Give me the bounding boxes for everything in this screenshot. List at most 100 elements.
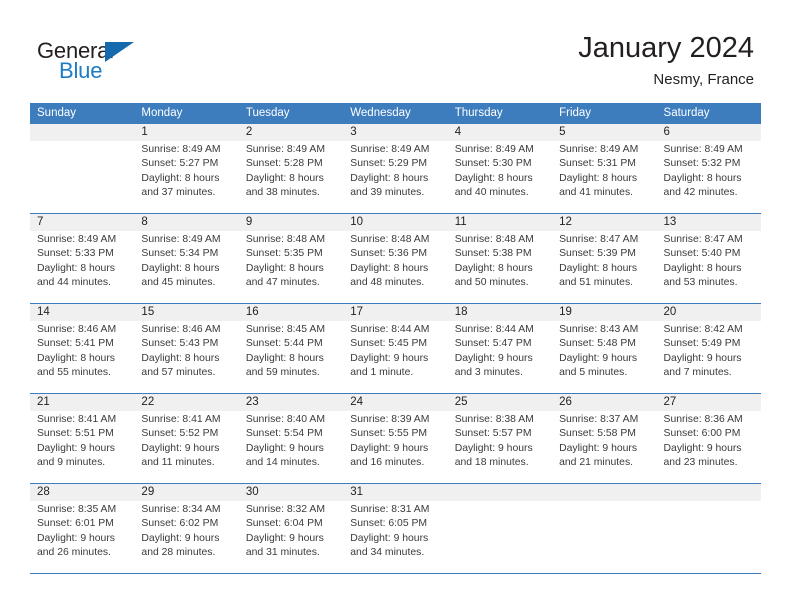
calendar-day-cell[interactable]: 15 Sunrise: 8:46 AM Sunset: 5:43 PM Dayligh…: [134, 304, 239, 393]
day-detail-lines: Sunrise: 8:49 AM Sunset: 5:33 PM Daylight:…: [30, 231, 134, 290]
calendar-day-cell[interactable]: 4 Sunrise: 8:49 AM Sunset: 5:30 PM Daylight…: [447, 124, 553, 213]
day-detail-lines: Sunrise: 8:48 AM Sunset: 5:36 PM Daylight:…: [343, 231, 447, 290]
day-of-week-header-friday: Friday: [559, 107, 592, 119]
day-detail-lines: Sunrise: 8:39 AM Sunset: 5:55 PM Daylight:…: [343, 411, 447, 470]
day-detail-line: and 41 minutes.: [559, 186, 634, 198]
calendar-day-cell[interactable]: 18 Sunrise: 8:44 AM Sunset: 5:47 PM Dayligh…: [447, 304, 553, 393]
calendar-day-cell[interactable]: 3 Sunrise: 8:49 AM Sunset: 5:29 PM Daylight…: [343, 124, 448, 213]
day-detail-lines: Sunrise: 8:37 AM Sunset: 5:58 PM Daylight:…: [552, 411, 656, 470]
day-detail-line: Daylight: 8 hours: [245, 352, 324, 364]
calendar-day-cell[interactable]: 30 Sunrise: 8:32 AM Sunset: 6:04 PM Dayligh…: [238, 484, 344, 573]
calendar-day-cell[interactable]: 2 Sunrise: 8:49 AM Sunset: 5:28 PM Daylight…: [238, 124, 344, 213]
calendar-day-cell[interactable]: 9 Sunrise: 8:48 AM Sunset: 5:35 PM Daylight…: [238, 214, 344, 303]
day-detail-line: Sunset: 5:35 PM: [245, 248, 323, 260]
calendar-page: General Blue January 2024 Nesmy, France …: [0, 0, 792, 612]
day-number: 30: [238, 484, 344, 501]
calendar-day-cell[interactable]: 12 Sunrise: 8:47 AM Sunset: 5:39 PM Dayligh…: [552, 214, 657, 303]
day-detail-line: Daylight: 8 hours: [141, 172, 220, 184]
calendar-day-cell[interactable]: 22 Sunrise: 8:41 AM Sunset: 5:52 PM Dayligh…: [134, 394, 239, 483]
day-number: 6: [656, 124, 761, 141]
day-detail-line: and 57 minutes.: [141, 366, 216, 378]
calendar-day-cell[interactable]: 7 Sunrise: 8:49 AM Sunset: 5:33 PM Daylight…: [30, 214, 135, 303]
general-blue-logo: General Blue: [37, 38, 167, 84]
calendar-day-cell[interactable]: 23 Sunrise: 8:40 AM Sunset: 5:54 PM Dayligh…: [238, 394, 344, 483]
day-detail-line: Sunrise: 8:38 AM: [454, 414, 534, 425]
day-detail-line: and 21 minutes.: [559, 456, 634, 468]
day-detail-line: Sunset: 6:01 PM: [37, 518, 114, 530]
day-detail-line: and 1 minute.: [350, 366, 414, 378]
day-detail-lines: Sunrise: 8:49 AM Sunset: 5:28 PM Daylight:…: [239, 141, 343, 200]
day-detail-line: Sunset: 5:29 PM: [350, 158, 428, 170]
day-number: 28: [30, 484, 135, 501]
day-detail-lines: Sunrise: 8:49 AM Sunset: 5:34 PM Daylight:…: [134, 231, 238, 290]
day-detail-line: and 39 minutes.: [350, 186, 425, 198]
day-detail-lines: Sunrise: 8:45 AM Sunset: 5:44 PM Daylight:…: [239, 321, 343, 380]
logo-triangle-icon: [105, 42, 134, 62]
day-detail-line: Daylight: 9 hours: [350, 352, 429, 364]
day-detail-line: Daylight: 8 hours: [663, 172, 742, 184]
calendar-day-cell[interactable]: 29 Sunrise: 8:34 AM Sunset: 6:02 PM Dayligh…: [134, 484, 239, 573]
day-detail-line: Daylight: 8 hours: [350, 172, 429, 184]
day-detail-lines: Sunrise: 8:49 AM Sunset: 5:30 PM Daylight:…: [448, 141, 552, 200]
calendar-day-cell[interactable]: 1 Sunrise: 8:49 AM Sunset: 5:27 PM Daylight…: [134, 124, 239, 213]
calendar-day-cell[interactable]: 19 Sunrise: 8:43 AM Sunset: 5:48 PM Dayligh…: [552, 304, 657, 393]
calendar-day-cell[interactable]: 27 Sunrise: 8:36 AM Sunset: 6:00 PM Dayligh…: [656, 394, 761, 483]
calendar-day-cell[interactable]: 26 Sunrise: 8:37 AM Sunset: 5:58 PM Dayligh…: [552, 394, 657, 483]
day-detail-lines: Sunrise: 8:40 AM Sunset: 5:54 PM Daylight:…: [239, 411, 343, 470]
day-detail-lines: Sunrise: 8:43 AM Sunset: 5:48 PM Daylight:…: [552, 321, 656, 380]
calendar-day-cell[interactable]: 20 Sunrise: 8:42 AM Sunset: 5:49 PM Dayligh…: [656, 304, 761, 393]
calendar-day-cell[interactable]: 31 Sunrise: 8:31 AM Sunset: 6:05 PM Dayligh…: [343, 484, 448, 573]
day-detail-line: Sunset: 5:34 PM: [141, 248, 219, 260]
calendar-week-row: 21 Sunrise: 8:41 AM Sunset: 5:51 PM Dayligh…: [30, 394, 761, 484]
calendar-day-cell[interactable]: 13 Sunrise: 8:47 AM Sunset: 5:40 PM Dayligh…: [656, 214, 761, 303]
day-detail-line: Sunset: 5:52 PM: [141, 428, 219, 440]
calendar-day-cell[interactable]: 17 Sunrise: 8:44 AM Sunset: 5:45 PM Dayligh…: [343, 304, 448, 393]
day-detail-line: and 9 minutes.: [37, 456, 106, 468]
day-detail-line: Daylight: 8 hours: [454, 262, 533, 274]
calendar-day-cell[interactable]: 10 Sunrise: 8:48 AM Sunset: 5:36 PM Dayligh…: [343, 214, 448, 303]
day-detail-line: Sunrise: 8:37 AM: [559, 414, 639, 425]
calendar-day-cell[interactable]: 8 Sunrise: 8:49 AM Sunset: 5:34 PM Daylight…: [134, 214, 239, 303]
day-number: 16: [238, 304, 344, 321]
day-detail-line: Sunset: 5:51 PM: [37, 428, 114, 440]
day-detail-line: Sunset: 5:48 PM: [559, 338, 636, 350]
day-number: [447, 484, 553, 501]
location-subtitle: Nesmy, France: [653, 71, 754, 88]
day-detail-line: Daylight: 9 hours: [245, 442, 324, 454]
calendar-day-cell[interactable]: 5 Sunrise: 8:49 AM Sunset: 5:31 PM Daylight…: [552, 124, 657, 213]
day-detail-line: and 44 minutes.: [37, 276, 111, 288]
calendar-day-cell[interactable]: 14 Sunrise: 8:46 AM Sunset: 5:41 PM Dayligh…: [30, 304, 135, 393]
calendar-day-cell[interactable]: 6 Sunrise: 8:49 AM Sunset: 5:32 PM Daylight…: [656, 124, 761, 213]
day-detail-line: and 18 minutes.: [454, 456, 529, 468]
day-detail-line: Sunset: 5:27 PM: [141, 158, 219, 170]
calendar-day-cell[interactable]: 28 Sunrise: 8:35 AM Sunset: 6:01 PM Dayligh…: [30, 484, 135, 573]
day-detail-lines: [657, 501, 761, 503]
day-of-week-header-sunday: Sunday: [37, 107, 77, 119]
calendar-day-cell[interactable]: 21 Sunrise: 8:41 AM Sunset: 5:51 PM Dayligh…: [30, 394, 135, 483]
day-of-week-header-monday: Monday: [141, 107, 183, 119]
day-of-week-header-saturday: Saturday: [663, 107, 710, 119]
day-detail-lines: Sunrise: 8:46 AM Sunset: 5:41 PM Daylight:…: [30, 321, 134, 380]
day-detail-line: Daylight: 8 hours: [454, 172, 533, 184]
day-number: 3: [343, 124, 448, 141]
day-detail-line: Sunset: 6:00 PM: [663, 428, 741, 440]
day-detail-lines: Sunrise: 8:41 AM Sunset: 5:52 PM Daylight:…: [134, 411, 238, 470]
day-detail-line: and 7 minutes.: [663, 366, 732, 378]
day-detail-line: Sunrise: 8:41 AM: [37, 414, 117, 425]
day-detail-line: and 55 minutes.: [37, 366, 111, 378]
calendar-day-cell[interactable]: 25 Sunrise: 8:38 AM Sunset: 5:57 PM Dayligh…: [447, 394, 553, 483]
calendar-day-cell-empty: [30, 124, 135, 213]
calendar-day-cell[interactable]: 11 Sunrise: 8:48 AM Sunset: 5:38 PM Dayligh…: [447, 214, 553, 303]
day-detail-line: and 38 minutes.: [245, 186, 320, 198]
day-detail-line: Sunrise: 8:48 AM: [350, 234, 430, 245]
day-detail-line: Sunrise: 8:49 AM: [350, 144, 430, 155]
day-detail-line: Daylight: 8 hours: [559, 172, 638, 184]
calendar-day-cell[interactable]: 24 Sunrise: 8:39 AM Sunset: 5:55 PM Dayligh…: [343, 394, 448, 483]
calendar-day-cell[interactable]: 16 Sunrise: 8:45 AM Sunset: 5:44 PM Dayligh…: [238, 304, 344, 393]
day-detail-line: and 53 minutes.: [663, 276, 738, 288]
day-detail-line: Daylight: 9 hours: [454, 352, 533, 364]
day-number: 24: [343, 394, 448, 411]
day-detail-line: Sunrise: 8:46 AM: [141, 324, 221, 335]
day-detail-line: and 3 minutes.: [454, 366, 523, 378]
day-number: 22: [134, 394, 239, 411]
